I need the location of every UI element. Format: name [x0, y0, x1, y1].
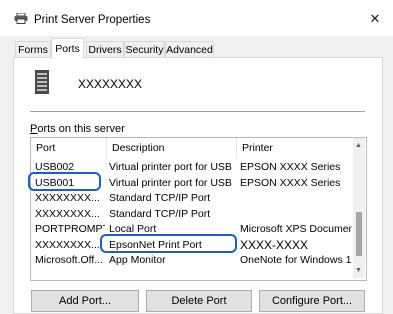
add-port-button[interactable]: Add Port... [31, 290, 139, 312]
ports-on-server-label: Ports on this server [30, 123, 125, 135]
port-cell: XXXXXXXX... [35, 207, 100, 220]
highlight-epsonnet-print-port [100, 234, 237, 253]
tab-ports[interactable]: Ports [51, 38, 84, 59]
tab-security[interactable]: Security [124, 41, 165, 58]
description-cell: Virtual printer port for USB [109, 161, 232, 173]
table-row[interactable]: XXXXXXXX... Standard TCP/IP Port [31, 191, 353, 207]
printer-cell: Microsoft XPS Document [240, 223, 352, 235]
tab-drivers[interactable]: Drivers [86, 41, 124, 58]
printer-cell: OneNote for Windows 10 [240, 254, 352, 266]
vertical-scrollbar[interactable]: ▲ ▼ [353, 138, 365, 278]
ports-label-text: orts on this server [37, 123, 125, 135]
printer-cell [240, 207, 352, 223]
highlight-usb001-port [28, 172, 101, 191]
tab-advanced[interactable]: Advanced [165, 41, 214, 58]
description-cell: Standard TCP/IP Port [109, 192, 211, 204]
scroll-up-arrow-icon[interactable]: ▲ [355, 142, 362, 149]
delete-port-button[interactable]: Delete Port [146, 290, 252, 312]
column-header-description[interactable]: Description [107, 138, 237, 159]
close-button[interactable]: ✕ [362, 8, 388, 30]
printer-cell [240, 191, 352, 207]
port-cell: PORTPROMPT: [35, 223, 105, 235]
description-cell: Virtual printer port for USB [109, 176, 232, 189]
server-icon [35, 70, 49, 94]
port-cell: XXXXXXXX... [35, 192, 100, 204]
configure-port-button[interactable]: Configure Port... [259, 290, 365, 312]
server-name: XXXXXXXX [78, 77, 143, 91]
column-header-printer[interactable]: Printer [237, 138, 353, 159]
window-title: Print Server Properties [34, 14, 151, 26]
table-row[interactable]: XXXXXXXX... Standard TCP/IP Port [31, 207, 353, 223]
separator [30, 111, 365, 112]
printer-icon [14, 13, 28, 24]
table-row[interactable]: Microsoft.Off... App Monitor OneNote for… [31, 253, 353, 269]
close-icon: ✕ [369, 11, 381, 26]
column-header-port[interactable]: Port [31, 138, 107, 159]
printer-cell: XXXX-XXXX [240, 237, 309, 252]
port-cell: Microsoft.Off... [35, 254, 104, 266]
tab-forms[interactable]: Forms [15, 41, 51, 58]
scroll-thumb[interactable] [356, 212, 362, 256]
scroll-down-arrow-icon[interactable]: ▼ [355, 267, 362, 274]
port-cell: XXXXXXXX... [35, 238, 100, 251]
description-cell: Standard TCP/IP Port [109, 207, 211, 220]
printer-cell: EPSON XXXX Series [240, 176, 341, 189]
description-cell: App Monitor [109, 254, 166, 266]
printer-cell: EPSON XXXX Series [240, 161, 341, 173]
port-list[interactable]: Port Description Printer USB002 Virtual … [30, 137, 367, 281]
